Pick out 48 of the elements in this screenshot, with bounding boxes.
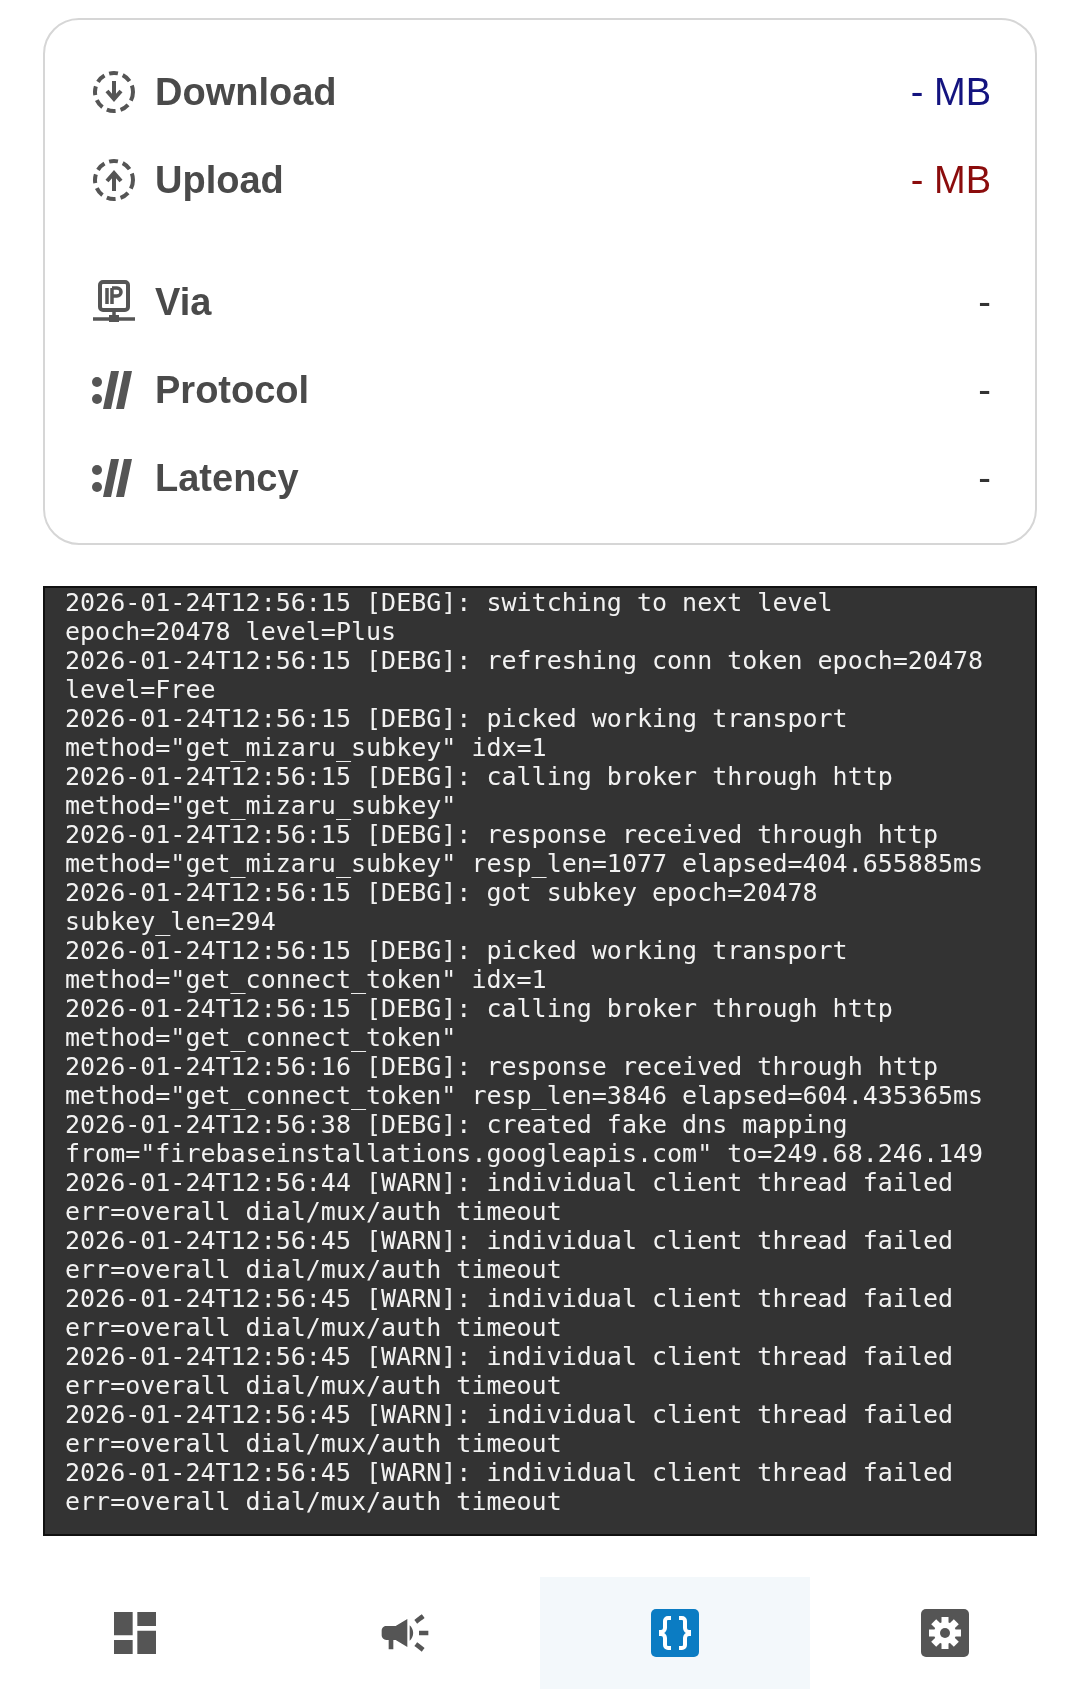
log-line: level=Free bbox=[65, 675, 217, 704]
log-line: 2026-01-24T12:56:16 [DEBG]: response received through http bbox=[65, 1052, 939, 1081]
log-line: 2026-01-24T12:56:45 [WARN]: individual client thread failed bbox=[65, 1400, 955, 1429]
log-line: epoch=20478 level=Plus bbox=[65, 617, 398, 646]
download-icon bbox=[91, 69, 137, 115]
log-line: err=overall dial/mux/auth timeout bbox=[65, 1487, 563, 1516]
log-line: 2026-01-24T12:56:15 [DEBG]: picked working transport bbox=[65, 936, 849, 965]
stat-value: - bbox=[978, 368, 991, 412]
stat-value: - bbox=[978, 456, 991, 500]
log-line: 2026-01-24T12:56:45 [WARN]: individual client thread failed bbox=[65, 1458, 955, 1487]
log-line: err=overall dial/mux/auth timeout bbox=[65, 1313, 563, 1342]
log-line: method="get_connect_token" bbox=[65, 1023, 458, 1052]
upload-icon bbox=[91, 157, 137, 203]
network-ip-icon bbox=[91, 279, 137, 325]
log-line: subkey_len=294 bbox=[65, 907, 277, 936]
log-line: 2026-01-24T12:56:15 [DEBG]: switching to next level bbox=[65, 588, 834, 617]
log-line: 2026-01-24T12:56:15 [DEBG]: got subkey epoch=20478 bbox=[65, 878, 819, 907]
log-line: 2026-01-24T12:56:45 [WARN]: individual client thread failed bbox=[65, 1226, 955, 1255]
log-line: 2026-01-24T12:56:15 [DEBG]: calling broker through http bbox=[65, 994, 894, 1023]
log-line: method="get_mizaru_subkey" resp_len=1077 elapsed=404.655885ms bbox=[65, 849, 985, 878]
log-line: from="firebaseinstallations.googleapis.com" to=249.68.246.149 bbox=[65, 1139, 985, 1168]
code-braces-icon bbox=[651, 1609, 699, 1657]
stat-label: Protocol bbox=[155, 368, 311, 412]
log-line: err=overall dial/mux/auth timeout bbox=[65, 1429, 563, 1458]
log-line: err=overall dial/mux/auth timeout bbox=[65, 1371, 563, 1400]
stat-value: - MB bbox=[910, 70, 991, 114]
log-line: method="get_mizaru_subkey" bbox=[65, 791, 458, 820]
log-line: 2026-01-24T12:56:45 [WARN]: individual client thread failed bbox=[65, 1284, 955, 1313]
log-line: 2026-01-24T12:56:38 [DEBG]: created fake dns mapping bbox=[65, 1110, 849, 1139]
log-line: 2026-01-24T12:56:15 [DEBG]: calling broker through http bbox=[65, 762, 894, 791]
log-line: err=overall dial/mux/auth timeout bbox=[65, 1255, 563, 1284]
log-line: method="get_connect_token" idx=1 bbox=[65, 965, 548, 994]
stat-value: - bbox=[978, 280, 991, 324]
log-line: 2026-01-24T12:56:15 [DEBG]: picked working transport bbox=[65, 704, 849, 733]
nav-tab[interactable] bbox=[540, 1577, 810, 1689]
log-line: 2026-01-24T12:56:15 [DEBG]: response received through http bbox=[65, 820, 939, 849]
stat-label: Latency bbox=[155, 456, 300, 500]
stat-label: Download bbox=[155, 70, 338, 114]
log-line: method="get_connect_token" resp_len=3846 elapsed=604.435365ms bbox=[65, 1081, 985, 1110]
log-line: method="get_mizaru_subkey" idx=1 bbox=[65, 733, 548, 762]
stat-label: Via bbox=[155, 280, 213, 324]
log-line: 2026-01-24T12:56:15 [DEBG]: refreshing conn token epoch=20478 bbox=[65, 646, 985, 675]
settings-icon bbox=[921, 1609, 969, 1657]
log-line: err=overall dial/mux/auth timeout bbox=[65, 1197, 563, 1226]
log-line: 2026-01-24T12:56:45 [WARN]: individual client thread failed bbox=[65, 1342, 955, 1371]
log-line: 2026-01-24T12:56:44 [WARN]: individual client thread failed bbox=[65, 1168, 955, 1197]
stat-value: - MB bbox=[910, 158, 991, 202]
stat-label: Upload bbox=[155, 158, 285, 202]
